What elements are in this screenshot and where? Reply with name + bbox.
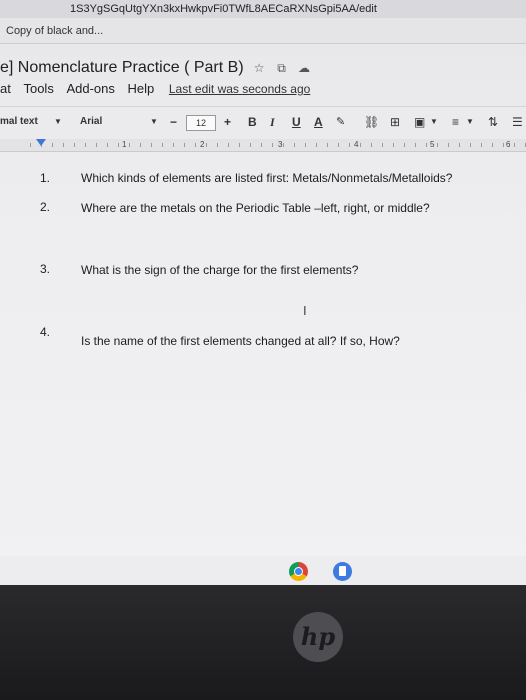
question-number: 1. — [40, 171, 51, 185]
font-dropdown-icon[interactable]: ▼ — [150, 107, 158, 137]
link-icon[interactable]: ⛓ — [364, 107, 379, 137]
docs-icon[interactable] — [333, 562, 352, 581]
ruler-number: 4 — [354, 140, 359, 149]
decrease-font-button[interactable]: − — [170, 107, 177, 137]
star-icon[interactable]: ☆ — [252, 56, 266, 80]
question-text[interactable]: Which kinds of elements are listed first… — [81, 171, 452, 185]
comment-icon[interactable]: ⊞ — [390, 107, 400, 137]
menu-format[interactable]: at — [0, 78, 11, 100]
font-size-input[interactable]: 12 — [186, 115, 216, 131]
laptop-screen: 1S3YgSGqUtgYXn3kxHwkpvFi0TWfL8AECaRXNsGp… — [0, 0, 526, 585]
hp-logo: hp — [293, 612, 343, 662]
menu-addons[interactable]: Add-ons — [66, 78, 114, 100]
style-dropdown-icon[interactable]: ▼ — [54, 107, 62, 137]
cloud-saved-icon[interactable]: ☁ — [297, 56, 311, 80]
text-color-button[interactable]: A — [314, 107, 323, 137]
document-page[interactable]: 1. Which kinds of elements are listed fi… — [0, 152, 526, 585]
menu-help[interactable]: Help — [128, 78, 155, 100]
address-bar[interactable]: 1S3YgSGqUtgYXn3kxHwkpvFi0TWfL8AECaRXNsGp… — [0, 0, 526, 18]
move-to-folder-icon[interactable]: ⧉ — [275, 56, 289, 80]
bold-button[interactable]: B — [248, 107, 257, 137]
os-shelf — [0, 556, 526, 585]
indent-marker[interactable] — [36, 139, 46, 146]
bookmark-item[interactable]: Copy of black and... — [6, 25, 103, 37]
bookmark-bar: Copy of black and... — [0, 18, 526, 44]
italic-button[interactable]: I — [270, 107, 275, 137]
ruler-number: 3 — [278, 140, 283, 149]
question-number: 2. — [40, 200, 51, 214]
question-number: 4. — [40, 325, 51, 339]
list-icon[interactable]: ☰ — [512, 107, 523, 137]
question-text[interactable]: Where are the metals on the Periodic Tab… — [81, 201, 430, 215]
formatting-toolbar: mal text ▼ Arial ▼ − 12 + B I U A ✎ ⛓ ⊞ … — [0, 106, 526, 140]
doc-title-row: e] Nomenclature Practice ( Part B) ☆ ⧉ ☁ — [0, 56, 526, 80]
image-icon[interactable]: ▣ — [414, 107, 425, 137]
underline-button[interactable]: U — [292, 107, 301, 137]
font-select[interactable]: Arial — [80, 107, 102, 137]
align-icon[interactable]: ≡ — [452, 107, 459, 137]
line-spacing-icon[interactable]: ⇅ — [488, 107, 498, 137]
ruler-number: 1 — [122, 140, 127, 149]
highlight-pen-icon[interactable]: ✎ — [336, 107, 345, 137]
increase-font-button[interactable]: + — [224, 107, 231, 137]
question-text[interactable]: What is the sign of the charge for the f… — [81, 263, 358, 277]
ruler-number: 5 — [430, 140, 435, 149]
paragraph-style-select[interactable]: mal text — [0, 107, 38, 137]
ruler-number: 2 — [200, 140, 205, 149]
ruler: 1 2 3 4 5 6 — [0, 139, 526, 152]
laptop-bezel — [0, 585, 526, 700]
menu-bar: at Tools Add-ons Help Last edit was seco… — [0, 78, 526, 100]
doc-title[interactable]: e] Nomenclature Practice ( Part B) — [0, 59, 244, 76]
url-text: 1S3YgSGqUtgYXn3kxHwkpvFi0TWfL8AECaRXNsGp… — [70, 3, 377, 15]
menu-tools[interactable]: Tools — [23, 78, 53, 100]
ruler-number: 6 — [506, 140, 511, 149]
question-text[interactable]: Is the name of the first elements change… — [81, 334, 400, 348]
align-dropdown-icon[interactable]: ▼ — [466, 107, 474, 137]
text-cursor: I — [303, 303, 307, 318]
question-number: 3. — [40, 262, 51, 276]
last-edit-link[interactable]: Last edit was seconds ago — [169, 78, 310, 100]
chrome-icon[interactable] — [289, 562, 308, 581]
image-dropdown-icon[interactable]: ▼ — [430, 107, 438, 137]
